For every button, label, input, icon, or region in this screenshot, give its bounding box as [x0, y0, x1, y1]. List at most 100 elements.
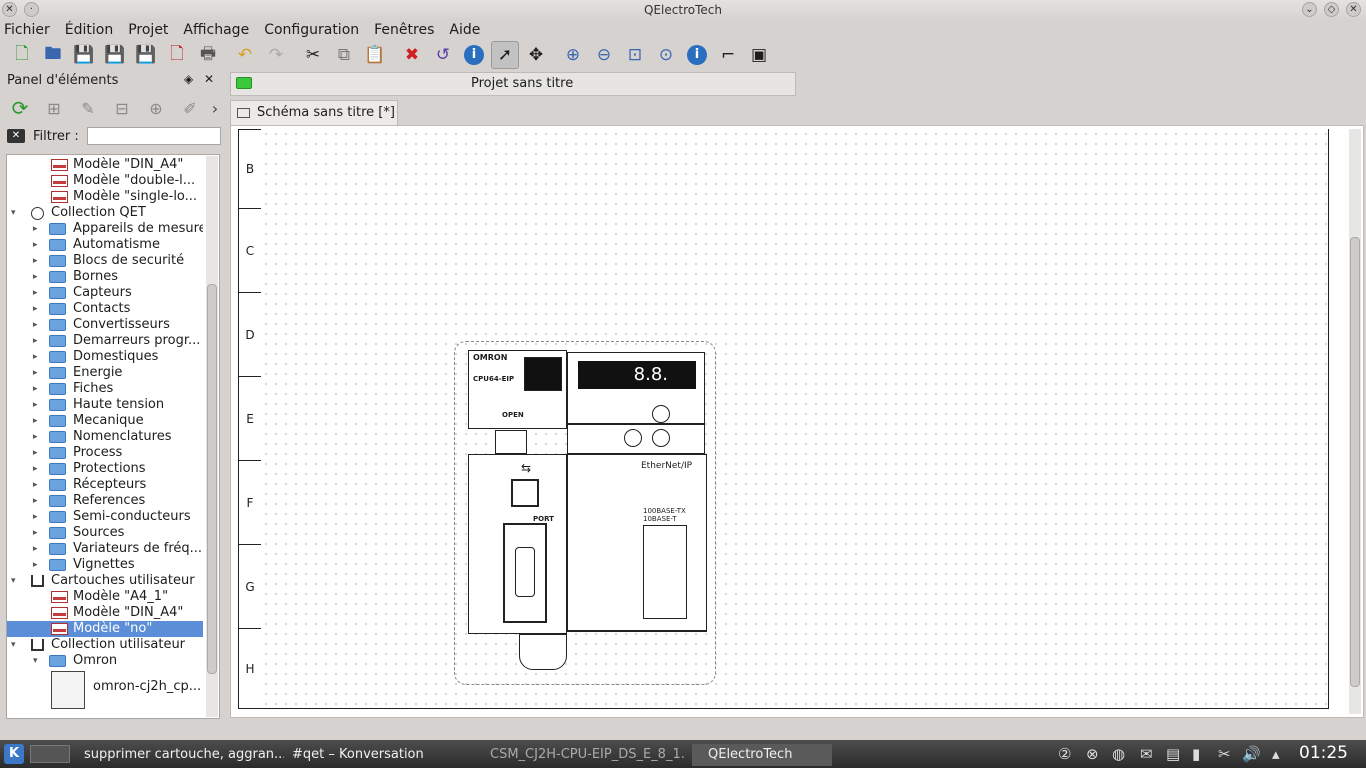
close-panel-icon[interactable]: ✕: [204, 72, 214, 86]
expand-down-icon[interactable]: ▾: [33, 653, 43, 669]
tree-category[interactable]: ▸ References: [7, 493, 203, 509]
network-icon[interactable]: ◍: [1112, 745, 1125, 763]
redo-icon[interactable]: ↷: [262, 41, 290, 69]
new-category-icon[interactable]: ⊞: [40, 96, 68, 120]
desktop-pager-icon[interactable]: [30, 745, 70, 763]
expand-right-icon[interactable]: ▸: [33, 413, 43, 429]
expand-right-icon[interactable]: ▸: [33, 237, 43, 253]
expand-right-icon[interactable]: ▸: [33, 365, 43, 381]
delete-category-icon[interactable]: ⊟: [108, 96, 136, 120]
tree-category[interactable]: ▾ Cartouches utilisateur: [7, 573, 203, 589]
diagram-canvas[interactable]: B C D E F G H OMRON CPU64-EIP OPEN ⇆ POR…: [230, 125, 1364, 718]
expand-down-icon[interactable]: ▾: [11, 205, 21, 221]
tree-category[interactable]: ▸ Blocs de securité: [7, 253, 203, 269]
canvas-scrollbar[interactable]: [1349, 129, 1361, 714]
project-tab[interactable]: Projet sans titre: [230, 72, 796, 96]
info-icon[interactable]: i: [683, 41, 711, 69]
save-all-icon[interactable]: 💾: [132, 41, 160, 69]
tree-category[interactable]: ▾ Collection utilisateur: [7, 637, 203, 653]
help-icon[interactable]: ②: [1058, 745, 1071, 763]
tree-category[interactable]: ▸ Capteurs: [7, 285, 203, 301]
expand-right-icon[interactable]: ▸: [33, 461, 43, 477]
task-qelectrotech[interactable]: QElectroTech: [692, 744, 832, 766]
print-icon[interactable]: 🖶: [194, 41, 222, 69]
tree-category[interactable]: ▸ Automatisme: [7, 237, 203, 253]
tree-category[interactable]: ▸ Fiches: [7, 381, 203, 397]
expand-right-icon[interactable]: ▸: [33, 429, 43, 445]
tree-category[interactable]: ▸ Sources: [7, 525, 203, 541]
expand-right-icon[interactable]: ▸: [33, 493, 43, 509]
menu-edition[interactable]: Édition: [65, 22, 113, 38]
zoom-in-icon[interactable]: ⊕: [559, 41, 587, 69]
expand-right-icon[interactable]: ▸: [33, 285, 43, 301]
expand-right-icon[interactable]: ▸: [33, 269, 43, 285]
task-konversation[interactable]: #qet – Konversation: [292, 744, 488, 766]
delete-icon[interactable]: ✖: [398, 41, 426, 69]
undo-icon[interactable]: ↶: [231, 41, 259, 69]
clipboard-icon[interactable]: ▤: [1166, 745, 1180, 763]
text-field-icon[interactable]: ▣: [745, 41, 773, 69]
edit-category-icon[interactable]: ✎: [74, 96, 102, 120]
tree-titleblock[interactable]: Modèle "DIN_A4": [7, 157, 203, 173]
tree-titleblock[interactable]: Modèle "no": [7, 621, 203, 637]
new-element-icon[interactable]: ⊕: [142, 96, 170, 120]
expand-right-icon[interactable]: ▸: [33, 301, 43, 317]
minimize-icon[interactable]: ⌄: [1302, 2, 1317, 17]
save-as-icon[interactable]: 💾: [101, 41, 129, 69]
scissors-icon[interactable]: ✂: [1218, 745, 1231, 763]
expand-right-icon[interactable]: ▸: [33, 525, 43, 541]
volume-icon[interactable]: 🔊: [1242, 745, 1261, 763]
clear-filter-icon[interactable]: ✕: [7, 129, 25, 143]
edit-element-icon[interactable]: ✐: [176, 96, 204, 120]
paste-icon[interactable]: 📋: [361, 41, 389, 69]
tree-titleblock[interactable]: Modèle "DIN_A4": [7, 605, 203, 621]
task-pdf[interactable]: CSM_CJ2H-CPU-EIP_DS_E_8_1...: [490, 744, 685, 766]
more-tools-icon[interactable]: ›: [210, 96, 220, 120]
maximize-icon[interactable]: ◇: [1324, 2, 1339, 17]
drawing-grid[interactable]: OMRON CPU64-EIP OPEN ⇆ PORT 8.8. EtherNe…: [261, 129, 1329, 709]
expand-down-icon[interactable]: ▾: [11, 637, 21, 653]
rotate-icon[interactable]: ↺: [429, 41, 457, 69]
tree-category[interactable]: ▸ Process: [7, 445, 203, 461]
menu-projet[interactable]: Projet: [128, 22, 168, 38]
expand-right-icon[interactable]: ▸: [33, 445, 43, 461]
tree-category[interactable]: ▸ Nomenclatures: [7, 429, 203, 445]
tree-category[interactable]: ▸ Haute tension: [7, 397, 203, 413]
zoom-reset-icon[interactable]: ⊙: [652, 41, 680, 69]
reload-icon[interactable]: ⟳: [6, 96, 34, 120]
tree-titleblock[interactable]: Modèle "A4_1": [7, 589, 203, 605]
properties-icon[interactable]: i: [460, 41, 488, 69]
tree-category[interactable]: ▸ Récepteurs: [7, 477, 203, 493]
float-panel-icon[interactable]: ◈: [184, 72, 193, 86]
expand-right-icon[interactable]: ▸: [33, 317, 43, 333]
qet-tray-icon[interactable]: ⊗: [1086, 745, 1099, 763]
expand-right-icon[interactable]: ▸: [33, 333, 43, 349]
window-menu-icon[interactable]: ·: [24, 2, 39, 17]
elements-tree[interactable]: Modèle "DIN_A4" Modèle "double-l... Modèle…: [6, 154, 220, 719]
tree-category[interactable]: ▸ Mecanique: [7, 413, 203, 429]
tree-category[interactable]: ▸ Convertisseurs: [7, 317, 203, 333]
diagram-tab[interactable]: Schéma sans titre [*]: [230, 100, 398, 125]
move-mode-icon[interactable]: ✥: [522, 41, 550, 69]
tree-category[interactable]: ▸ Semi-conducteurs: [7, 509, 203, 525]
zoom-fit-icon[interactable]: ⊡: [621, 41, 649, 69]
tree-category[interactable]: ▸ Protections: [7, 461, 203, 477]
tree-category[interactable]: ▸ Contacts: [7, 301, 203, 317]
tree-titleblock[interactable]: Modèle "double-l...: [7, 173, 203, 189]
menu-fichier[interactable]: Fichier: [4, 22, 50, 38]
menu-affichage[interactable]: Affichage: [183, 22, 249, 38]
zoom-out-icon[interactable]: ⊖: [590, 41, 618, 69]
mail-icon[interactable]: ✉: [1140, 745, 1153, 763]
expand-right-icon[interactable]: ▸: [33, 381, 43, 397]
tree-category[interactable]: ▸ Domestiques: [7, 349, 203, 365]
copy-icon[interactable]: ⧉: [330, 41, 358, 69]
tree-category[interactable]: ▸ Bornes: [7, 269, 203, 285]
tree-category[interactable]: ▸ Demarreurs progr...: [7, 333, 203, 349]
expand-right-icon[interactable]: ▸: [33, 477, 43, 493]
tree-element[interactable]: omron-cj2h_cp...: [7, 669, 203, 709]
cut-icon[interactable]: ✂: [299, 41, 327, 69]
menu-aide[interactable]: Aide: [449, 22, 480, 38]
start-menu-icon[interactable]: K: [4, 744, 24, 764]
close-project-icon[interactable]: 🗋: [163, 41, 191, 69]
expand-right-icon[interactable]: ▸: [33, 221, 43, 237]
